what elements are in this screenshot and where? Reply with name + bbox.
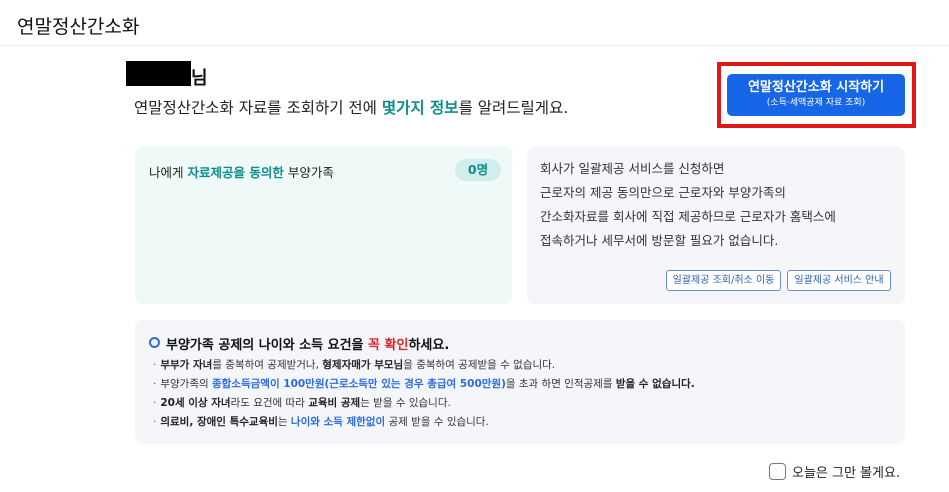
intro-text-highlight: 몇가지 정보 — [381, 99, 459, 117]
notice-item-text: 공제 받을 수 있습니다. — [385, 416, 489, 428]
dismiss-today-checkbox[interactable] — [769, 463, 786, 480]
title-divider — [0, 45, 949, 46]
notice-heading-after: 하세요. — [408, 338, 450, 353]
notice-item-bold: 받을 수 없습니다. — [615, 378, 695, 390]
page-title: 연말정산간소화 — [17, 16, 140, 38]
dismiss-today-label: 오늘은 그만 볼게요. — [792, 466, 901, 481]
consenting-dependents-label: 나에게 자료제공을 동의한 부양가족 — [149, 162, 334, 181]
notice-item: 부부가 자녀를 중복하여 공제받거나, 형제자매가 부모님을 중복하여 공제받을… — [153, 356, 695, 375]
notice-item-text: 부양가족의 — [160, 378, 212, 390]
description-line: 근로자의 제공 동의만으로 근로자와 부양가족의 — [540, 185, 786, 200]
notice-item-bold: 교육비 공제 — [308, 397, 361, 409]
notice-item-bold: 부부가 자녀 — [160, 359, 213, 371]
bulk-provision-guide-button[interactable]: 일괄제공 서비스 안내 — [787, 270, 891, 291]
circle-bullet-icon — [149, 337, 160, 348]
dependents-label-after: 부양가족 — [283, 165, 334, 180]
start-button-sublabel: (소득·세액공제 자료 조회) — [766, 98, 866, 108]
notice-item: 20세 이상 자녀라도 요건에 따라 교육비 공제는 받을 수 있습니다. — [153, 394, 695, 413]
dependents-label-highlight: 자료제공을 동의한 — [187, 165, 284, 180]
notice-item-text: 을 초과 하면 인적공제를 — [505, 378, 616, 390]
bulk-provision-inquire-cancel-button[interactable]: 일괄제공 조회/취소 이동 — [666, 270, 781, 291]
notice-item-emphasis: 나이와 소득 제한없이 — [290, 416, 386, 428]
notice-item: 의료비, 장애인 특수교육비는 나이와 소득 제한없이 공제 받을 수 있습니다… — [153, 413, 695, 432]
notice-item-bold: 의료비, 장애인 특수교육비 — [160, 416, 278, 428]
bulk-provision-description: 회사가 일괄제공 서비스를 신청하면 근로자의 제공 동의만으로 근로자와 부양… — [540, 157, 836, 253]
notice-item-text: 는 받을 수 있습니다. — [360, 397, 451, 409]
dismiss-today-option[interactable]: 오늘은 그만 볼게요. — [769, 461, 900, 483]
description-line: 접속하거나 세무서에 방문할 필요가 없습니다. — [540, 233, 779, 248]
notice-item-bold: 형제자매가 부모님 — [322, 359, 404, 371]
intro-text-before: 연말정산간소화 자료를 조회하기 전에 — [134, 99, 382, 117]
notice-item-text: 라도 요건에 따라 — [230, 397, 309, 409]
user-name-redacted — [126, 61, 191, 86]
dependent-requirements-notice: 부양가족 공제의 나이와 소득 요건을 꼭 확인하세요. 부부가 자녀를 중복하… — [135, 320, 905, 444]
notice-item-emphasis: 종합소득금액이 100만원(근로소득만 있는 경우 총급여 500만원) — [211, 378, 506, 390]
dependents-label-before: 나에게 — [149, 165, 188, 180]
intro-text-after: 를 알려드릴게요. — [458, 99, 569, 117]
notice-item: 부양가족의 종합소득금액이 100만원(근로소득만 있는 경우 총급여 500만… — [153, 375, 695, 394]
start-button-label: 연말정산간소화 시작하기 — [747, 80, 885, 95]
notice-item-text: 는 — [277, 416, 291, 428]
start-year-end-settlement-button[interactable]: 연말정산간소화 시작하기 (소득·세액공제 자료 조회) — [727, 74, 905, 116]
dependents-count-badge: 0명 — [455, 159, 501, 181]
notice-heading: 부양가족 공제의 나이와 소득 요건을 꼭 확인하세요. — [149, 334, 449, 353]
notice-heading-emphasis: 꼭 확인 — [368, 338, 409, 353]
notice-item-text: 를 중복하여 공제받거나, — [212, 359, 323, 371]
intro-text: 연말정산간소화 자료를 조회하기 전에 몇가지 정보를 알려드릴게요. — [134, 96, 568, 118]
consenting-dependents-card: 나에게 자료제공을 동의한 부양가족 0명 — [135, 146, 512, 304]
description-line: 간소화자료를 회사에 직접 제공하므로 근로자가 홈택스에 — [540, 209, 836, 224]
bulk-provision-info-card: 회사가 일괄제공 서비스를 신청하면 근로자의 제공 동의만으로 근로자와 부양… — [527, 146, 905, 304]
name-suffix: 님 — [191, 68, 208, 89]
notice-heading-before: 부양가족 공제의 나이와 소득 요건을 — [166, 338, 369, 353]
notice-list: 부부가 자녀를 중복하여 공제받거나, 형제자매가 부모님을 중복하여 공제받을… — [153, 356, 695, 432]
notice-item-bold: 20세 이상 자녀 — [160, 397, 231, 409]
description-line: 회사가 일괄제공 서비스를 신청하면 — [540, 161, 725, 176]
notice-item-text: 을 중복하여 공제받을 수 없습니다. — [403, 359, 556, 371]
